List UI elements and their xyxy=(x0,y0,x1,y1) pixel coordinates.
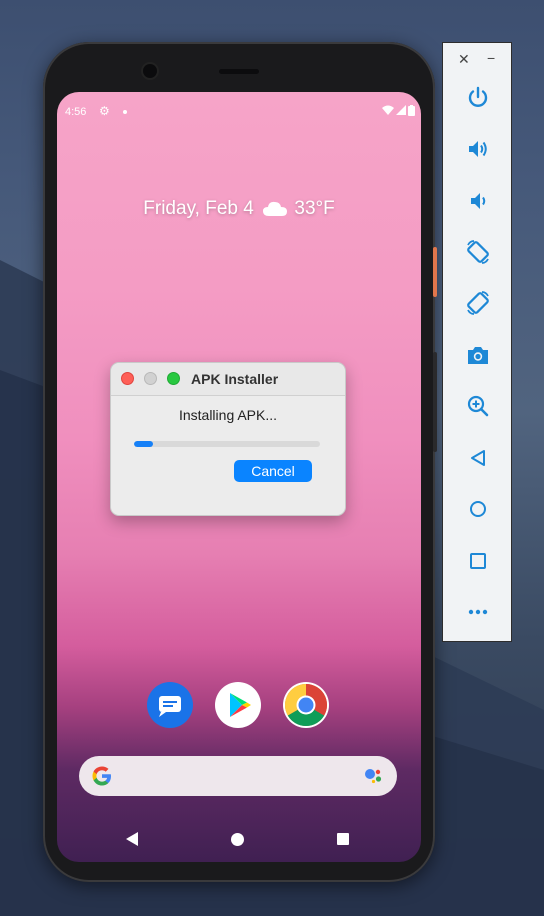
close-icon[interactable]: ✕ xyxy=(458,51,470,68)
back-icon[interactable] xyxy=(462,442,494,474)
rotate-right-icon[interactable] xyxy=(462,287,494,319)
toolbar-window-controls: ✕ − xyxy=(443,50,511,68)
status-bar: 4:56 ⚙ xyxy=(57,92,421,118)
cancel-button[interactable]: Cancel xyxy=(234,460,312,482)
nav-back-icon[interactable] xyxy=(125,831,139,847)
volume-side-button[interactable] xyxy=(433,352,437,452)
cloud-icon xyxy=(263,202,288,217)
nav-home-icon[interactable] xyxy=(231,833,244,846)
nav-recents-icon[interactable] xyxy=(337,833,349,845)
device-screen[interactable]: 4:56 ⚙ Friday, Feb 4 33°F APK Installer … xyxy=(57,92,421,862)
front-camera xyxy=(143,64,157,78)
battery-icon xyxy=(408,105,415,116)
messages-app-icon[interactable] xyxy=(147,682,193,728)
date-weather-widget[interactable]: Friday, Feb 4 33°F xyxy=(57,198,421,220)
temperature-text: 33°F xyxy=(294,198,335,219)
system-icons xyxy=(382,105,415,116)
home-icon[interactable] xyxy=(462,493,494,525)
settings-gear-icon: ⚙ xyxy=(99,104,110,118)
rotate-left-icon[interactable] xyxy=(462,236,494,268)
volume-up-icon[interactable] xyxy=(462,133,494,165)
notification-dot-icon xyxy=(123,110,127,114)
volume-down-icon[interactable] xyxy=(462,185,494,217)
status-time: 4:56 xyxy=(65,106,87,118)
zoom-icon[interactable] xyxy=(462,390,494,422)
close-window-button[interactable] xyxy=(121,372,134,385)
assistant-icon[interactable] xyxy=(363,767,385,785)
install-progress-bar xyxy=(134,441,320,447)
power-side-button[interactable] xyxy=(433,247,437,297)
minimize-window-button[interactable] xyxy=(144,372,157,385)
emulator-toolbar: ✕ − xyxy=(442,42,512,642)
google-g-icon xyxy=(92,766,111,786)
google-search-bar[interactable] xyxy=(79,756,397,796)
play-store-icon[interactable] xyxy=(215,682,261,728)
chrome-icon[interactable] xyxy=(283,682,329,728)
signal-icon xyxy=(396,105,406,115)
camera-icon[interactable] xyxy=(462,339,494,371)
phone-frame: 4:56 ⚙ Friday, Feb 4 33°F APK Installer … xyxy=(43,42,437,882)
minimize-icon[interactable]: − xyxy=(487,50,495,66)
overview-icon[interactable] xyxy=(462,545,494,577)
date-text: Friday, Feb 4 xyxy=(143,198,254,219)
wifi-icon xyxy=(382,105,394,115)
progress-fill xyxy=(134,441,153,447)
more-icon[interactable] xyxy=(462,596,494,628)
earpiece-speaker xyxy=(219,69,259,74)
navigation-bar xyxy=(57,822,421,862)
dialog-title: APK Installer xyxy=(191,371,279,387)
apk-installer-dialog: APK Installer Installing APK... Cancel xyxy=(110,362,346,516)
dialog-titlebar[interactable]: APK Installer xyxy=(111,363,345,396)
power-icon[interactable] xyxy=(462,82,494,114)
zoom-window-button[interactable] xyxy=(167,372,180,385)
install-status-message: Installing APK... xyxy=(178,407,278,423)
